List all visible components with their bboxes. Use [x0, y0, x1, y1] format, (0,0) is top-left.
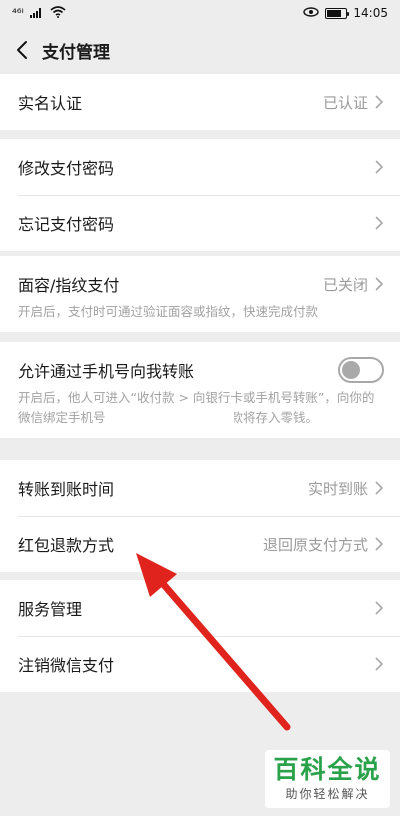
watermark-subtitle: 助你轻松解决 — [285, 787, 370, 801]
watermark-title: 百科全说 — [273, 755, 382, 784]
watermark-logo: 百科全说 助你轻松解决 — [265, 750, 390, 808]
annotation-arrow-icon — [136, 553, 291, 731]
